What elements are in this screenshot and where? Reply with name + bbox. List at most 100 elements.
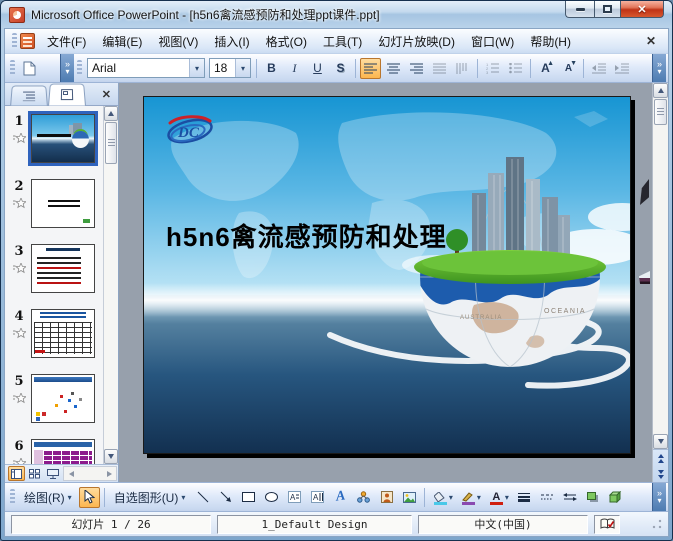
slide-sorter-view-button[interactable] [26,466,43,481]
scroll-up-button[interactable] [653,83,668,98]
scroll-down-button[interactable] [653,434,668,449]
next-slide-button[interactable] [653,466,668,482]
menu-window[interactable]: 窗口(W) [463,29,522,54]
close-pane-icon[interactable]: ✕ [102,88,116,103]
slide-thumbnail-5[interactable]: 5 [7,374,102,426]
dropdown-icon[interactable]: ▾ [505,493,509,502]
font-name-dropdown-icon[interactable]: ▾ [189,59,204,77]
dropdown-icon[interactable]: ▾ [477,493,481,502]
close-document-icon[interactable]: ✕ [638,32,664,50]
menu-view[interactable]: 视图(V) [150,29,206,54]
font-size-dropdown-icon[interactable]: ▾ [235,59,250,77]
decrease-indent-button[interactable] [588,58,609,79]
menu-file[interactable]: 文件(F) [39,29,94,54]
arrow-style-button[interactable] [559,487,580,508]
menubar-drag-handle[interactable] [12,33,17,49]
autoshapes-menu-button[interactable]: 自选图形(U) ▾ [108,486,192,509]
design-template-panel[interactable]: 1_Default Design [217,514,412,534]
close-button[interactable]: ✕ [621,1,664,18]
bold-button[interactable]: B [261,58,282,79]
slideshow-view-button[interactable] [44,466,61,481]
scrollbar-track[interactable] [653,126,668,434]
3d-style-button[interactable] [605,487,626,508]
formatting-toolbar-overflow-button[interactable]: » ▾ [652,54,666,82]
font-color-button[interactable]: A ▾ [485,487,511,508]
drawing-toolbar-drag-handle[interactable] [10,489,15,505]
tab-outline[interactable] [10,85,48,106]
font-size-combo[interactable]: 18 ▾ [209,58,251,78]
distribute-button[interactable] [429,58,450,79]
arrow-tool-button[interactable] [215,487,236,508]
fill-color-button[interactable]: ▾ [429,487,455,508]
scrollbar-thumb[interactable] [105,122,117,164]
normal-view-button[interactable] [8,466,25,481]
numbered-list-button[interactable]: 123 [482,58,503,79]
scroll-down-button[interactable] [104,449,118,464]
language-panel[interactable]: 中文(中国) [418,514,588,534]
shadow-style-button[interactable] [582,487,603,508]
formatting-toolbar-drag-handle[interactable] [77,60,82,76]
slide-thumbnail-1[interactable]: 1 [7,111,102,166]
new-slide-button[interactable] [19,58,40,79]
minimize-button[interactable] [565,1,594,18]
dash-style-button[interactable] [536,487,557,508]
scroll-up-button[interactable] [104,106,118,121]
menu-slideshow[interactable]: 幻灯片放映(D) [370,29,463,54]
draw-menu-button[interactable]: 绘图(R) ▾ [18,486,78,509]
thumbnail-image[interactable] [31,244,95,293]
restore-button[interactable] [594,1,621,18]
increase-font-size-button[interactable]: A ▲ [535,58,556,79]
slide-thumbnail-4[interactable]: 4 [7,309,102,361]
diagram-button[interactable] [353,487,374,508]
dropdown-icon[interactable]: ▾ [449,493,453,502]
decrease-font-size-button[interactable]: A ▼ [558,58,579,79]
align-left-button[interactable] [360,57,381,79]
align-right-button[interactable] [406,58,427,79]
previous-slide-button[interactable] [653,450,668,466]
text-shadow-button[interactable]: S [330,58,351,79]
slide-thumbnail-6[interactable]: 6 [7,439,102,464]
thumbnail-image[interactable] [28,111,98,166]
menu-format[interactable]: 格式(O) [258,29,315,54]
thumbnail-image[interactable] [31,374,95,423]
standard-toolbar-overflow-button[interactable]: » ▾ [60,54,74,82]
insert-picture-button[interactable] [399,487,420,508]
resize-grip[interactable] [652,519,662,529]
spell-check-status-button[interactable] [594,514,620,534]
line-tool-button[interactable] [192,487,213,508]
tab-slides[interactable] [48,83,86,106]
scroll-left-button[interactable] [64,467,78,480]
menu-insert[interactable]: 插入(I) [206,29,257,54]
wordart-button[interactable]: A [330,487,351,508]
scroll-right-button[interactable] [102,467,116,480]
slide-editing-area[interactable]: OCEANIA AUSTRALIA DC h5n6禽流感预防和处理 [119,83,652,482]
text-box-button[interactable]: A [284,487,305,508]
scrollbar-track[interactable] [104,165,118,449]
title-bar[interactable]: Microsoft Office PowerPoint - [h5n6禽流感预防… [1,1,672,28]
font-name-combo[interactable]: Arial ▾ [87,58,205,78]
slide-thumbnail-3[interactable]: 3 [7,244,102,296]
menu-tools[interactable]: 工具(T) [315,29,370,54]
thumbnail-image[interactable] [31,179,95,228]
clip-art-button[interactable] [376,487,397,508]
menu-help[interactable]: 帮助(H) [522,29,579,54]
increase-indent-button[interactable] [611,58,632,79]
document-icon[interactable] [20,33,35,49]
horizontal-scrollbar[interactable] [63,466,117,481]
line-style-button[interactable] [513,487,534,508]
slide-title-textbox[interactable]: h5n6禽流感预防和处理 [166,217,447,254]
line-color-button[interactable]: ▾ [457,487,483,508]
slide-counter-panel[interactable]: 幻灯片 1 / 26 [11,514,211,534]
menu-edit[interactable]: 编辑(E) [94,29,150,54]
slide[interactable]: OCEANIA AUSTRALIA DC h5n6禽流感预防和处理 [143,96,631,454]
bullet-list-button[interactable] [505,58,526,79]
thumbnail-image[interactable] [31,439,95,464]
rectangle-tool-button[interactable] [238,487,259,508]
vertical-text-box-button[interactable]: A [307,487,328,508]
offslide-picture-fragment-bird[interactable] [640,179,649,205]
drawing-toolbar-overflow-button[interactable]: » ▾ [652,483,666,511]
text-direction-button[interactable] [452,58,473,79]
standard-toolbar-drag-handle[interactable] [10,60,15,76]
offslide-picture-fragment-ship[interactable] [639,271,650,284]
scrollbar-thumb[interactable] [654,99,667,125]
